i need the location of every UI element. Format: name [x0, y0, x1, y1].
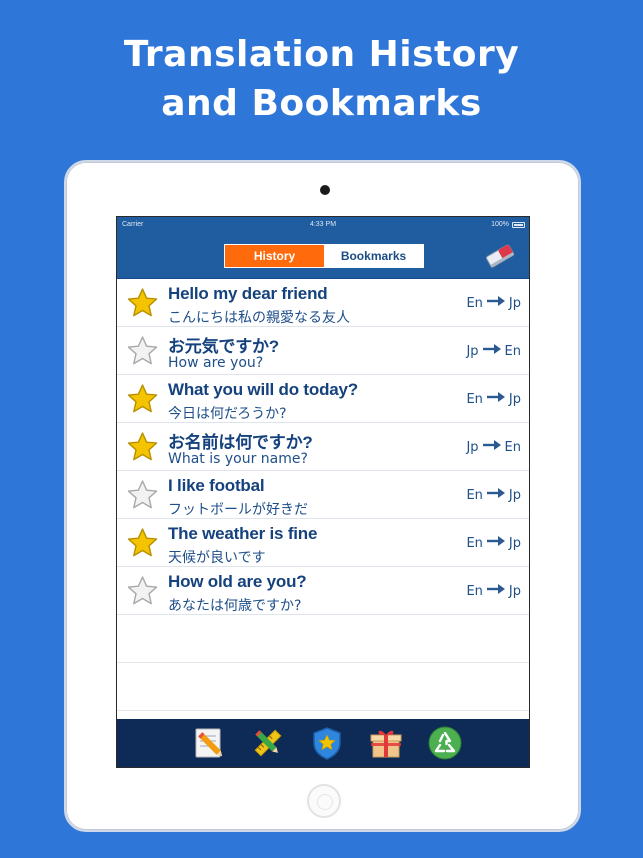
- bookmark-star-filled-icon[interactable]: [126, 527, 159, 559]
- translated-text: こんにちは私の親愛なる友人: [168, 310, 350, 326]
- language-direction: En Jp: [466, 295, 521, 311]
- translated-text: フットボールが好きだ: [168, 502, 308, 518]
- empty-row: [117, 615, 529, 663]
- to-language: Jp: [508, 535, 521, 551]
- bookmark-star-filled-icon[interactable]: [126, 383, 159, 415]
- source-text: お名前は何ですか?: [168, 433, 313, 452]
- translated-text: What is your name?: [168, 451, 308, 467]
- app-screen: Carrier 4:33 PM 100% History Bookmarks H…: [116, 216, 530, 768]
- pencil-ruler-icon[interactable]: [250, 725, 286, 761]
- tab-history[interactable]: History: [225, 245, 324, 267]
- headline-line-2: and Bookmarks: [161, 83, 482, 124]
- language-direction: Jp En: [466, 439, 521, 455]
- battery-level: 100%: [491, 221, 509, 228]
- bookmark-star-filled-icon[interactable]: [126, 287, 159, 319]
- history-row[interactable]: Hello my dear friend こんにちは私の親愛なる友人 En Jp: [117, 279, 529, 327]
- language-direction: Jp En: [466, 343, 521, 359]
- history-row[interactable]: What you will do today? 今日は何だろうか? En Jp: [117, 375, 529, 423]
- from-language: En: [466, 295, 483, 311]
- language-direction: En Jp: [466, 583, 521, 599]
- right-arrow-icon: [486, 295, 506, 311]
- from-language: Jp: [466, 343, 479, 359]
- headline-line-1: Translation History: [123, 34, 520, 75]
- right-arrow-icon: [486, 583, 506, 599]
- right-arrow-icon: [486, 391, 506, 407]
- camera-icon: [320, 185, 330, 195]
- nav-bar: History Bookmarks: [117, 233, 529, 279]
- history-list: Hello my dear friend こんにちは私の親愛なる友人 En Jp お元気…: [117, 279, 529, 711]
- from-language: En: [466, 487, 483, 503]
- history-row[interactable]: お名前は何ですか? What is your name? Jp En: [117, 423, 529, 471]
- history-row[interactable]: お元気ですか? How are you? Jp En: [117, 327, 529, 375]
- translated-text: あなたは何歳ですか?: [168, 598, 302, 614]
- source-text: I like footbal: [168, 476, 265, 495]
- right-arrow-icon: [486, 535, 506, 551]
- star-shield-icon[interactable]: [309, 725, 345, 761]
- source-text: How old are you?: [168, 572, 307, 591]
- right-arrow-icon: [482, 439, 502, 455]
- status-time: 4:33 PM: [309, 221, 337, 228]
- language-direction: En Jp: [466, 391, 521, 407]
- history-row[interactable]: I like footbal フットボールが好きだ En Jp: [117, 471, 529, 519]
- right-arrow-icon: [482, 343, 502, 359]
- history-row[interactable]: The weather is fine 天候が良いです En Jp: [117, 519, 529, 567]
- from-language: En: [466, 583, 483, 599]
- translated-text: 今日は何だろうか?: [168, 406, 287, 422]
- status-bar: Carrier 4:33 PM 100%: [117, 217, 529, 233]
- bookmark-star-empty-icon[interactable]: [126, 479, 159, 511]
- source-text: お元気ですか?: [168, 337, 279, 356]
- translated-text: 天候が良いです: [168, 550, 266, 566]
- segmented-control: History Bookmarks: [224, 244, 424, 268]
- to-language: Jp: [508, 583, 521, 599]
- bookmark-star-filled-icon[interactable]: [126, 431, 159, 463]
- to-language: En: [504, 343, 521, 359]
- from-language: En: [466, 391, 483, 407]
- from-language: Jp: [466, 439, 479, 455]
- from-language: En: [466, 535, 483, 551]
- recycle-icon[interactable]: [427, 725, 463, 761]
- home-button[interactable]: [307, 784, 341, 818]
- to-language: Jp: [508, 295, 521, 311]
- source-text: The weather is fine: [168, 524, 318, 543]
- language-direction: En Jp: [466, 487, 521, 503]
- translated-text: How are you?: [168, 355, 264, 371]
- battery-icon: [512, 222, 525, 228]
- source-text: Hello my dear friend: [168, 284, 328, 303]
- tab-bookmarks[interactable]: Bookmarks: [324, 245, 423, 267]
- source-text: What you will do today?: [168, 380, 358, 399]
- bookmark-star-empty-icon[interactable]: [126, 575, 159, 607]
- eraser-icon[interactable]: [483, 241, 517, 271]
- language-direction: En Jp: [466, 535, 521, 551]
- notepad-pencil-icon[interactable]: [191, 725, 227, 761]
- empty-row: [117, 663, 529, 711]
- right-arrow-icon: [486, 487, 506, 503]
- to-language: Jp: [508, 391, 521, 407]
- gift-box-icon[interactable]: [368, 725, 404, 761]
- bookmark-star-empty-icon[interactable]: [126, 335, 159, 367]
- to-language: En: [504, 439, 521, 455]
- headline: Translation History and Bookmarks: [0, 30, 643, 128]
- history-row[interactable]: How old are you? あなたは何歳ですか? En Jp: [117, 567, 529, 615]
- tab-bar: [117, 719, 529, 767]
- to-language: Jp: [508, 487, 521, 503]
